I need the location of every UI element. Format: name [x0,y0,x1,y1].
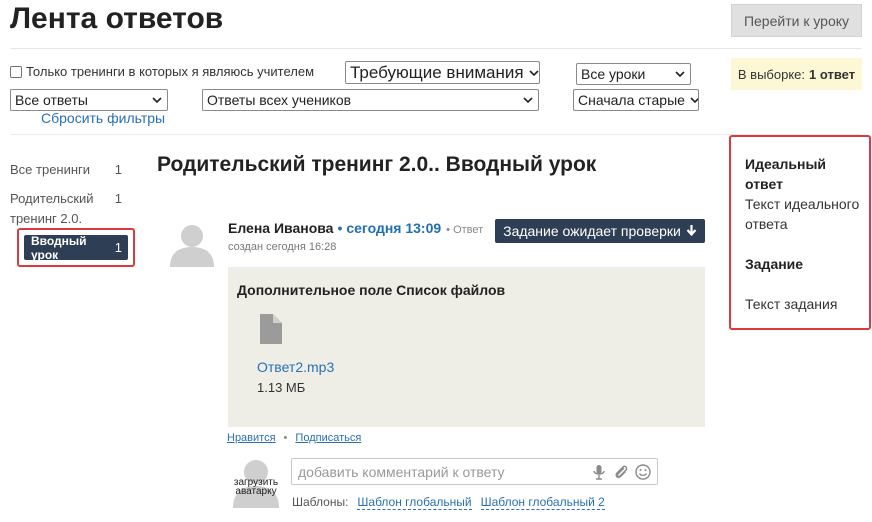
status-awaiting-review-button[interactable]: Задание ожидает проверки [495,219,705,243]
sidebar-item-label: Вводный урок [31,233,87,262]
only-teacher-checkbox[interactable] [10,65,22,78]
comment-templates: Шаблоны: Шаблон глобальный Шаблон глобал… [292,495,605,510]
sidebar-item-lesson[interactable]: Вводный урок 1 [24,233,128,262]
selection-count: 1 ответ [809,66,856,82]
only-teacher-label: Только тренинги в которых я являюсь учит… [26,64,315,79]
task-heading: Задание [745,256,804,272]
microphone-icon[interactable] [591,464,607,480]
chevron-down-icon [690,97,698,104]
template-link[interactable]: Шаблон глобальный [357,495,472,510]
answers-select-value: Все ответы [15,92,88,108]
answer-actions: Нравится • Подписаться [227,432,361,444]
selection-label: В выборке: [737,66,806,82]
chevron-down-icon [529,69,539,76]
upload-avatar-link[interactable]: загрузить аватарку [233,478,279,497]
answer-kind: • Ответ [446,224,483,236]
chevron-down-icon [523,97,533,104]
chevron-down-icon [152,97,162,104]
reset-filters-link[interactable]: Сбросить фильтры [41,110,165,126]
only-teacher-filter[interactable]: Только тренинги в которых я являюсь учит… [10,64,314,79]
templates-label: Шаблоны: [292,495,349,509]
field-title: Дополнительное поле Список файлов [237,282,506,298]
students-select-value: Ответы всех учеников [207,92,352,108]
download-icon [686,225,697,237]
answer-time-link[interactable]: сегодня 13:09 [346,220,441,236]
answer-created: создан сегодня 16:28 [228,241,337,253]
ideal-answer-heading: Идеальный ответ [745,156,827,192]
attention-select[interactable]: Требующие внимания [345,61,540,84]
goto-lesson-button[interactable]: Перейти к уроку [731,4,862,37]
file-size: 1.13 МБ [257,380,306,395]
subscribe-link[interactable]: Подписаться [295,432,361,444]
answers-select[interactable]: Все ответы [10,89,168,111]
selection-count-box: В выборке: 1 ответ [731,58,862,90]
status-button-label: Задание ожидает проверки [503,223,681,239]
meta-separator: • [337,220,343,236]
attention-select-value: Требующие внимания [350,62,524,82]
lessons-select-value: Все уроки [581,66,646,82]
header-divider [10,48,862,49]
template-link[interactable]: Шаблон глобальный 2 [480,495,605,510]
smiley-icon[interactable] [635,463,651,480]
page-title: Лента ответов [10,2,224,35]
sidebar-item-label: Родительский тренинг 2.0. [10,191,94,226]
chevron-down-icon [675,71,685,78]
order-select-value: Сначала старые [578,92,685,108]
paperclip-icon[interactable] [613,464,629,480]
file-icon[interactable] [258,314,282,344]
task-text: Текст задания [745,296,838,312]
sidebar-item-count: 1 [114,240,122,255]
students-select[interactable]: Ответы всех учеников [202,89,539,111]
sidebar-item-count: 1 [114,191,122,206]
answer-meta: Елена Иванова • сегодня 13:09 • Ответ [228,220,483,236]
actions-separator: • [283,432,288,444]
answer-kind-dot: • [446,224,451,236]
author-name[interactable]: Елена Иванова [228,220,333,236]
ideal-answer-text: Текст идеального ответа [745,196,860,232]
sidebar-item-training[interactable]: Родительский тренинг 2.0. 1 [10,189,122,229]
sidebar-item-all-trainings[interactable]: Все тренинги 1 [10,160,122,180]
lessons-select[interactable]: Все уроки [576,63,691,85]
comment-placeholder: добавить комментарий к ответу [298,463,505,480]
order-select[interactable]: Сначала старые [573,89,699,111]
user-avatar-icon[interactable] [168,222,216,267]
sidebar-item-count: 1 [114,162,122,177]
comment-input[interactable]: добавить комментарий к ответу [291,458,658,485]
training-title: Родительский тренинг 2.0.. Вводный урок [157,153,597,176]
like-link[interactable]: Нравится [227,432,276,444]
answer-kind-label: Ответ [453,224,484,236]
file-download-link[interactable]: Ответ2.mp3 [257,359,334,375]
sidebar-item-label: Все тренинги [10,162,91,177]
